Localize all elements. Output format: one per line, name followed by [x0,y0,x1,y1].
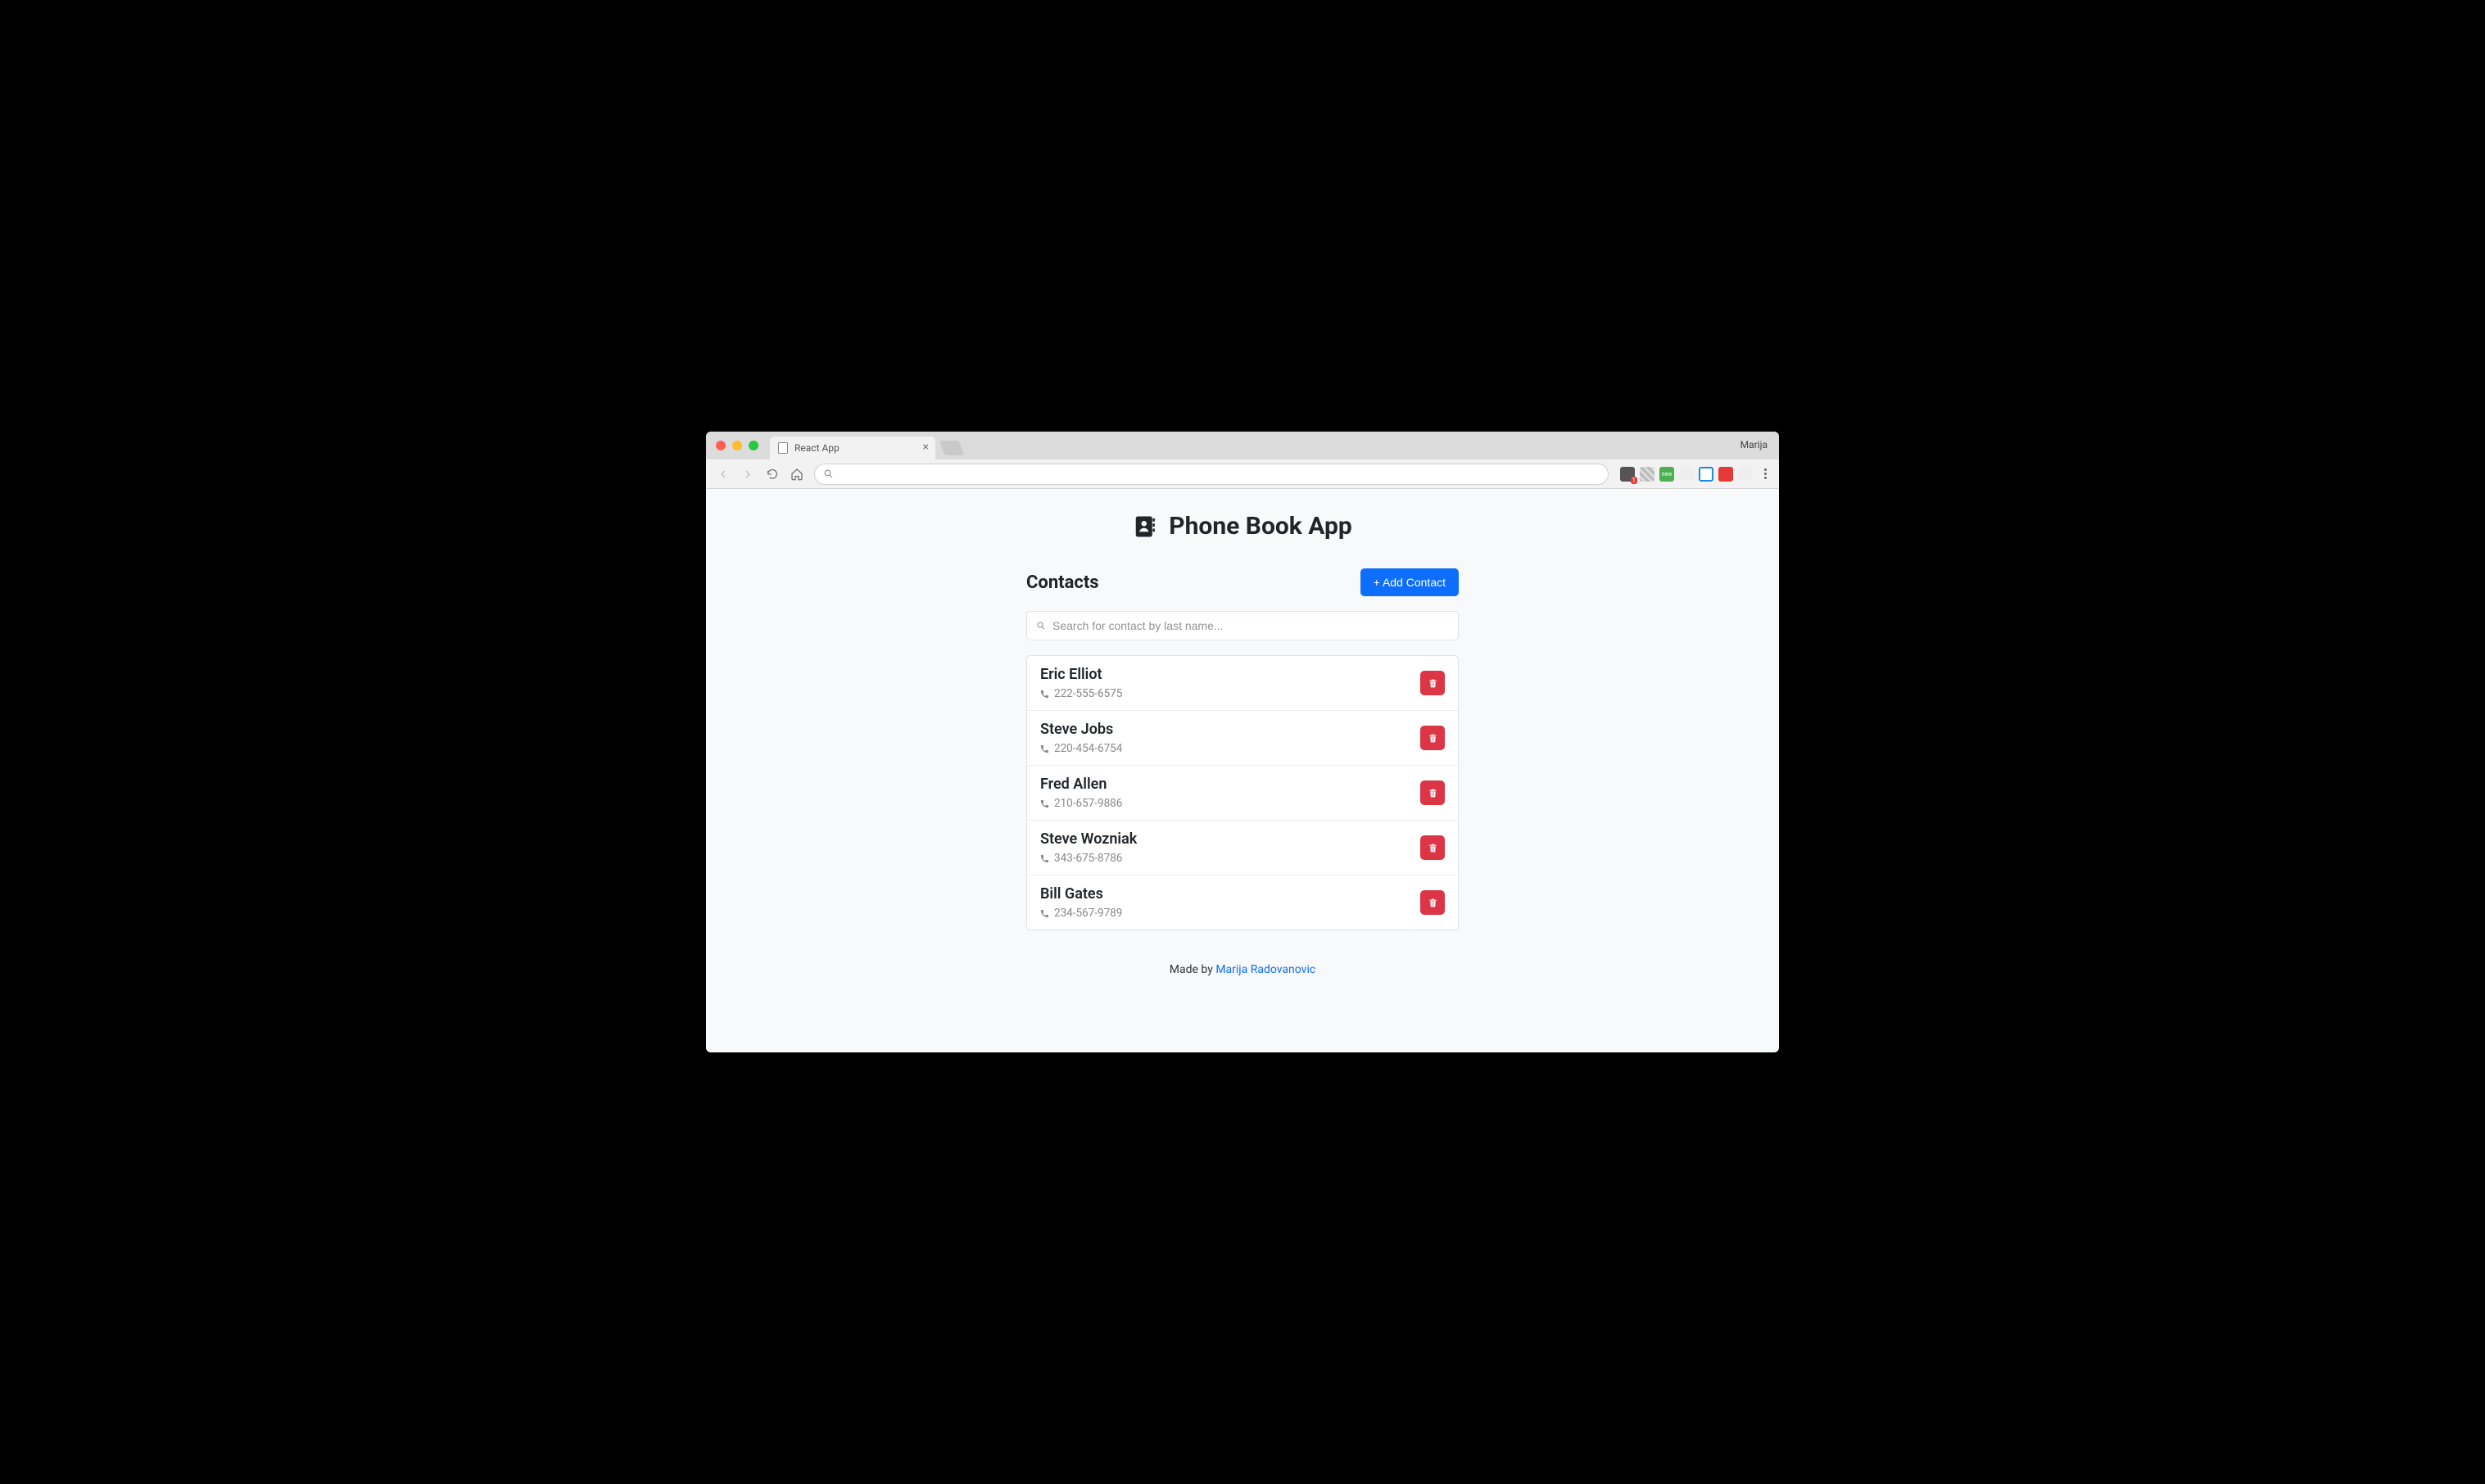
home-button[interactable] [786,464,808,485]
add-contact-button[interactable]: + Add Contact [1360,568,1459,596]
contact-item: Steve Jobs 220-454-6754 [1027,711,1458,766]
trash-icon [1428,898,1438,908]
minimize-window-button[interactable] [732,441,742,450]
delete-contact-button[interactable] [1420,835,1445,860]
extension-icon-1[interactable] [1620,467,1635,482]
reload-button[interactable] [762,464,783,485]
extension-icon-3[interactable]: new [1659,467,1674,482]
more-menu-button[interactable] [1758,468,1772,479]
contact-name: Fred Allen [1040,776,1122,793]
app-title: Phone Book App [1169,512,1351,541]
contact-name: Eric Elliot [1040,666,1122,683]
extension-icon-7[interactable] [1738,467,1753,482]
delete-contact-button[interactable] [1420,890,1445,915]
extension-icon-2[interactable] [1640,467,1654,482]
contact-phone: 343-675-8786 [1040,852,1137,865]
address-bar[interactable] [814,464,1609,485]
footer: Made by Marija Radovanovic [1026,963,1459,976]
tab-title: React App [794,442,840,454]
browser-tab[interactable]: React App × [770,437,935,459]
maximize-window-button[interactable] [749,441,758,450]
contact-list: Eric Elliot 222-555-6575 Steve Jobs 220-454… [1026,655,1459,930]
contact-item: Eric Elliot 222-555-6575 [1027,656,1458,711]
contact-phone: 220-454-6754 [1040,742,1122,755]
contact-phone: 210-657-9886 [1040,797,1122,810]
phone-icon [1040,854,1049,863]
profile-name[interactable]: Marija [1740,439,1768,450]
contact-phone-number: 343-675-8786 [1054,852,1122,865]
extension-icon-5[interactable] [1699,467,1713,482]
phone-icon [1040,744,1049,753]
trash-icon [1428,678,1438,689]
browser-window: React App × Marija new [706,432,1779,1052]
search-box[interactable] [1026,611,1459,640]
contact-phone: 222-555-6575 [1040,687,1122,700]
contact-phone-number: 220-454-6754 [1054,742,1122,755]
home-icon [790,468,803,481]
close-tab-button[interactable]: × [923,441,929,453]
page-content: Phone Book App Contacts + Add Contact Er… [706,489,1779,1052]
app-header: Phone Book App [706,512,1779,541]
search-input[interactable] [1052,619,1449,632]
contacts-header: Contacts + Add Contact [1026,568,1459,596]
search-icon [1036,621,1046,631]
contact-name: Bill Gates [1040,885,1122,903]
footer-author-link[interactable]: Marija Radovanovic [1215,963,1315,976]
contacts-heading: Contacts [1026,572,1099,593]
back-button[interactable] [713,464,734,485]
contact-phone-number: 234-567-9789 [1054,907,1122,920]
new-tab-button[interactable] [939,441,965,455]
window-controls [716,441,758,450]
extension-icon-4[interactable] [1679,467,1694,482]
close-window-button[interactable] [716,441,726,450]
footer-prefix: Made by [1170,963,1216,976]
trash-icon [1428,788,1438,799]
address-book-icon [1133,514,1157,539]
reload-icon [766,468,779,481]
browser-toolbar: new [706,459,1779,489]
search-icon [823,468,834,479]
contact-name: Steve Jobs [1040,721,1122,738]
contact-name: Steve Wozniak [1040,830,1137,848]
contact-phone-number: 210-657-9886 [1054,797,1122,810]
delete-contact-button[interactable] [1420,726,1445,750]
delete-contact-button[interactable] [1420,671,1445,695]
document-icon [778,442,788,454]
tab-strip: React App × Marija [706,432,1779,459]
extension-icon-6[interactable] [1718,467,1733,482]
contact-item: Bill Gates 234-567-9789 [1027,875,1458,930]
trash-icon [1428,733,1438,744]
arrow-right-icon [741,468,754,481]
phone-icon [1040,909,1049,918]
arrow-left-icon [717,468,730,481]
phone-icon [1040,799,1049,808]
contact-phone-number: 222-555-6575 [1054,687,1122,700]
trash-icon [1428,843,1438,853]
delete-contact-button[interactable] [1420,780,1445,805]
contact-item: Steve Wozniak 343-675-8786 [1027,821,1458,875]
contact-phone: 234-567-9789 [1040,907,1122,920]
extension-icons: new [1620,467,1772,482]
forward-button[interactable] [737,464,758,485]
phone-icon [1040,690,1049,699]
contact-item: Fred Allen 210-657-9886 [1027,766,1458,821]
